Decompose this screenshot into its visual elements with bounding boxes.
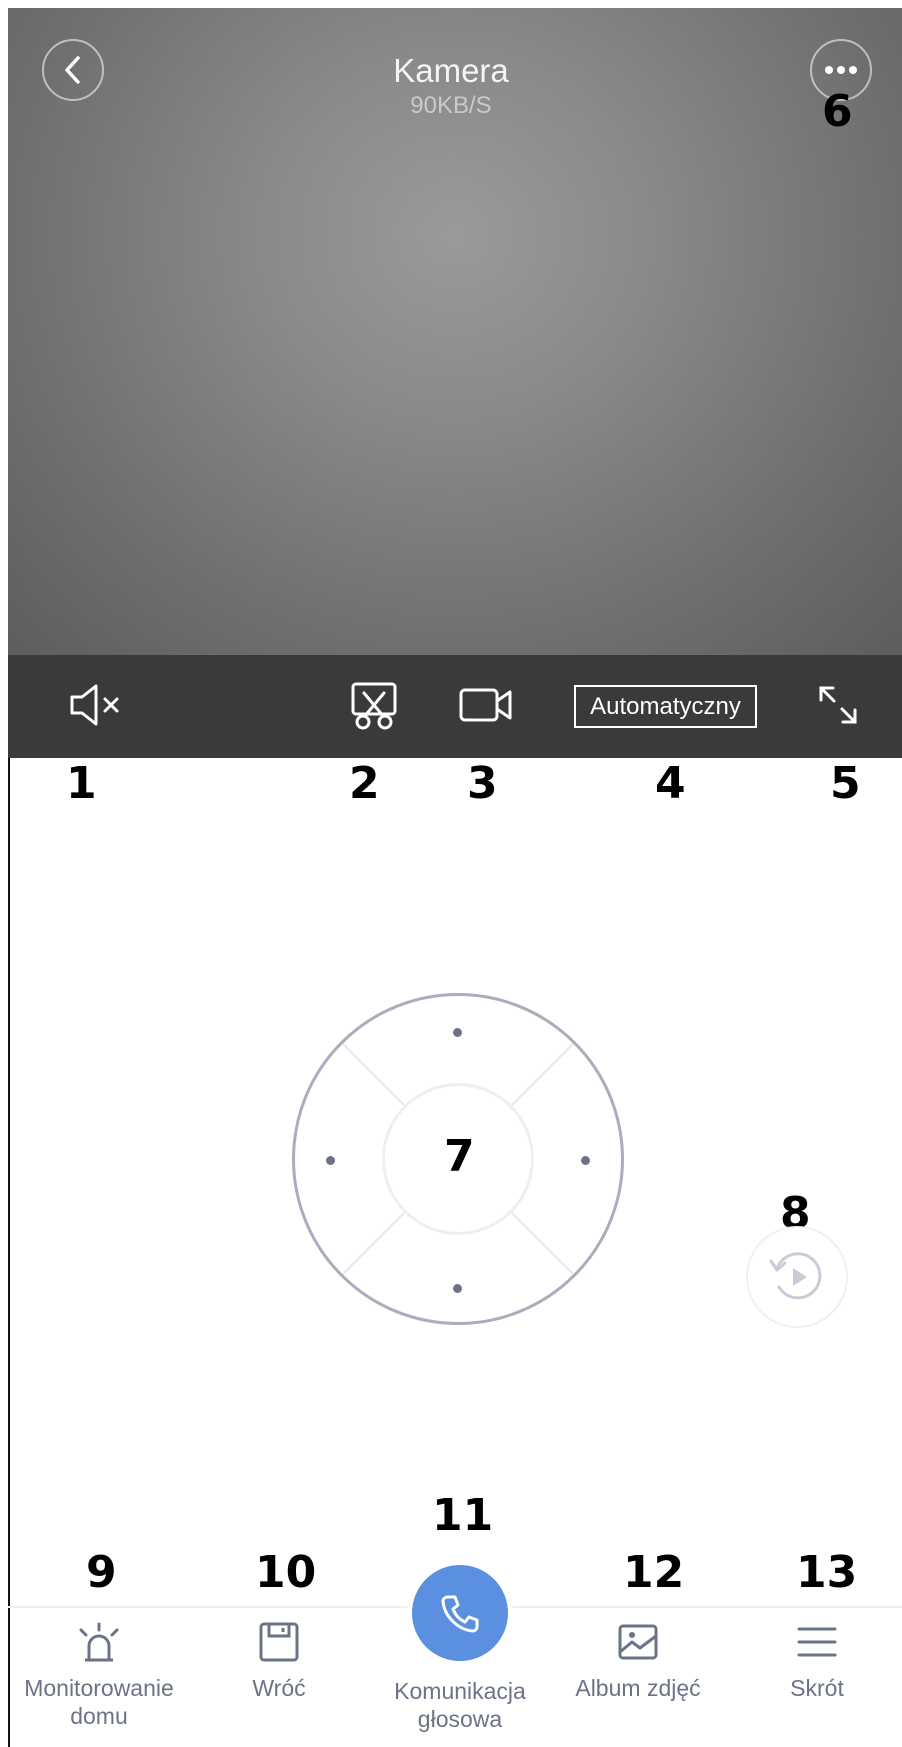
stream-speed: 90KB/S [410, 92, 492, 119]
nav-label-voice-1: Komunikacja [394, 1678, 526, 1704]
nav-label-home-monitoring-2: domu [70, 1703, 128, 1729]
phone-icon [441, 1595, 479, 1633]
nav-label-voice-2: głosowa [417, 1706, 503, 1732]
marker-3: 3 [467, 758, 498, 809]
marker-13: 13 [796, 1547, 858, 1598]
marker-6: 6 [822, 86, 853, 137]
nav-label-album: Album zdjęć [575, 1675, 701, 1701]
nav-label-home-monitoring-1: Monitorowanie [24, 1675, 174, 1701]
ptz-down-button[interactable] [453, 1284, 462, 1293]
nav-shortcut[interactable]: Skrót [760, 1620, 874, 1702]
marker-2: 2 [349, 758, 380, 809]
marker-11: 11 [432, 1490, 494, 1541]
nav-album[interactable]: Album zdjęć [562, 1620, 714, 1702]
screenshot-button[interactable] [350, 680, 398, 732]
voice-call-button-inner[interactable] [412, 1565, 508, 1661]
marker-7: 7 [444, 1131, 475, 1182]
nav-label-back: Wróć [252, 1675, 306, 1701]
page-title: Kamera [393, 52, 509, 89]
replay-icon [769, 1252, 822, 1300]
image-icon [618, 1624, 658, 1660]
floppy-disk-icon [259, 1622, 299, 1662]
ptz-up-button[interactable] [453, 1028, 462, 1037]
speaker-muted-icon [70, 684, 119, 726]
nav-home-monitoring[interactable]: Monitorowanie domu [18, 1620, 180, 1730]
menu-icon [797, 1627, 837, 1657]
marker-4: 4 [655, 758, 686, 809]
ptz-right-button[interactable] [581, 1156, 590, 1165]
marker-9: 9 [86, 1547, 117, 1598]
mute-button[interactable] [68, 680, 124, 730]
expand-icon [819, 686, 857, 724]
nav-label-shortcut: Skrót [790, 1675, 844, 1701]
scissors-icon [351, 682, 397, 730]
more-dots-icon [825, 66, 857, 74]
ptz-left-button[interactable] [326, 1156, 335, 1165]
marker-12: 12 [623, 1547, 685, 1598]
marker-5: 5 [830, 758, 861, 809]
replay-button[interactable] [746, 1226, 848, 1328]
marker-10: 10 [255, 1547, 317, 1598]
voice-call-button[interactable] [407, 1560, 513, 1666]
alarm-siren-icon [79, 1622, 119, 1662]
nav-voice-communication[interactable]: Komunikacja głosowa [370, 1677, 550, 1733]
nav-back[interactable]: Wróć [218, 1620, 340, 1702]
video-toolbar [8, 655, 902, 758]
fullscreen-button[interactable] [816, 680, 860, 730]
video-camera-icon [459, 688, 512, 722]
record-button[interactable] [458, 680, 514, 730]
marker-1: 1 [66, 758, 97, 809]
quality-selector[interactable]: Automatyczny [574, 685, 757, 728]
